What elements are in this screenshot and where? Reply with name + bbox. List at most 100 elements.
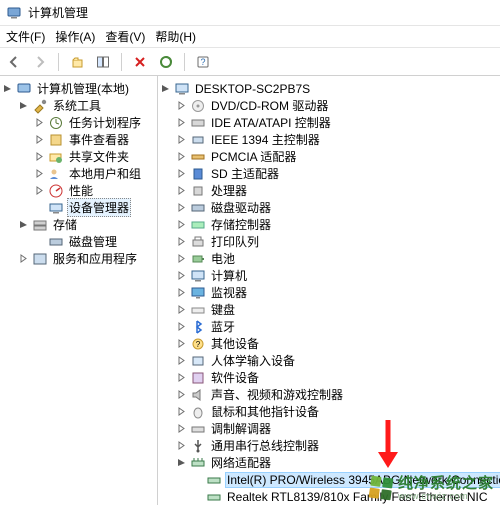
expander-open-icon[interactable] <box>160 83 171 94</box>
storage[interactable]: 存储 <box>18 216 155 233</box>
category-label: 监视器 <box>209 284 249 301</box>
expander-closed-icon[interactable] <box>34 168 45 179</box>
expander-closed-icon[interactable] <box>176 355 187 366</box>
category-storage_ctrl[interactable]: 存储控制器 <box>176 216 498 233</box>
event-viewer[interactable]: 事件查看器 <box>34 131 155 148</box>
expander-closed-icon[interactable] <box>176 338 187 349</box>
disk-management[interactable]: 磁盘管理 <box>34 233 155 250</box>
app-icon <box>6 5 22 21</box>
system-tools[interactable]: 系统工具 <box>18 97 155 114</box>
forward-button[interactable] <box>30 52 50 72</box>
expander-closed-icon[interactable] <box>18 253 29 264</box>
expander-closed-icon[interactable] <box>34 151 45 162</box>
up-button[interactable] <box>67 52 87 72</box>
category-label: 人体学输入设备 <box>209 352 297 369</box>
menu-view[interactable]: 查看(V) <box>105 28 145 45</box>
show-hide-tree-button[interactable] <box>93 52 113 72</box>
category-label: 网络适配器 <box>209 454 273 471</box>
network-adapter-realtek[interactable]: Realtek RTL8139/810x Family Fast Etherne… <box>192 488 498 505</box>
category-modem[interactable]: 调制解调器 <box>176 420 498 437</box>
category-bluetooth[interactable]: 蓝牙 <box>176 318 498 335</box>
expander-closed-icon[interactable] <box>176 389 187 400</box>
performance[interactable]: 性能 <box>34 182 155 199</box>
expander-closed-icon[interactable] <box>176 423 187 434</box>
device-manager[interactable]: 设备管理器 <box>34 199 155 216</box>
expander-closed-icon[interactable] <box>176 236 187 247</box>
expander-closed-icon[interactable] <box>176 168 187 179</box>
expander-closed-icon[interactable] <box>176 100 187 111</box>
category-sd[interactable]: SD 主适配器 <box>176 165 498 182</box>
expander-closed-icon[interactable] <box>34 117 45 128</box>
properties-button[interactable] <box>156 52 176 72</box>
category-mouse[interactable]: 鼠标和其他指针设备 <box>176 403 498 420</box>
back-button[interactable] <box>4 52 24 72</box>
category-ide[interactable]: IDE ATA/ATAPI 控制器 <box>176 114 498 131</box>
category-dvd[interactable]: DVD/CD-ROM 驱动器 <box>176 97 498 114</box>
help-button[interactable]: ? <box>193 52 213 72</box>
category-software[interactable]: 软件设备 <box>176 369 498 386</box>
category-print_queue[interactable]: 打印队列 <box>176 233 498 250</box>
expander-closed-icon[interactable] <box>176 185 187 196</box>
category-label: 软件设备 <box>209 369 261 386</box>
category-keyboard[interactable]: 键盘 <box>176 301 498 318</box>
toolbar-separator <box>184 53 185 71</box>
task-scheduler-label: 任务计划程序 <box>67 114 143 131</box>
menu-help[interactable]: 帮助(H) <box>155 28 196 45</box>
menu-file[interactable]: 文件(F) <box>6 28 45 45</box>
menubar: 文件(F) 操作(A) 查看(V) 帮助(H) <box>0 26 500 48</box>
disk-icon <box>48 234 64 250</box>
category-pcmcia[interactable]: PCMCIA 适配器 <box>176 148 498 165</box>
expander-closed-icon[interactable] <box>176 440 187 451</box>
left-root[interactable]: 计算机管理(本地) <box>2 80 155 97</box>
toolbar-separator <box>58 53 59 71</box>
system-tools-label: 系统工具 <box>51 97 103 114</box>
computer-mgmt-icon <box>16 81 32 97</box>
expander-closed-icon[interactable] <box>176 202 187 213</box>
expander-closed-icon[interactable] <box>34 134 45 145</box>
category-label: 声音、视频和游戏控制器 <box>209 386 345 403</box>
category-computer[interactable]: 计算机 <box>176 267 498 284</box>
computer-icon <box>190 268 206 284</box>
expander-closed-icon[interactable] <box>176 372 187 383</box>
expander-open-icon[interactable] <box>18 100 29 111</box>
category-network[interactable]: 网络适配器 <box>176 454 498 471</box>
category-disk[interactable]: 磁盘驱动器 <box>176 199 498 216</box>
expander-open-icon[interactable] <box>2 83 13 94</box>
local-users-groups[interactable]: 本地用户和组 <box>34 165 155 182</box>
expander-closed-icon[interactable] <box>176 287 187 298</box>
category-hid[interactable]: 人体学输入设备 <box>176 352 498 369</box>
device-manager-icon <box>48 200 64 216</box>
expander-closed-icon[interactable] <box>176 253 187 264</box>
expander-closed-icon[interactable] <box>176 151 187 162</box>
category-label: 通用串行总线控制器 <box>209 437 321 454</box>
menu-action[interactable]: 操作(A) <box>55 28 95 45</box>
pcmcia-icon <box>190 149 206 165</box>
category-battery[interactable]: 电池 <box>176 250 498 267</box>
shared-folders[interactable]: 共享文件夹 <box>34 148 155 165</box>
expander-closed-icon[interactable] <box>176 304 187 315</box>
category-cpu[interactable]: 处理器 <box>176 182 498 199</box>
expander-open-icon[interactable] <box>176 457 187 468</box>
category-label: 鼠标和其他指针设备 <box>209 403 321 420</box>
delete-button[interactable] <box>130 52 150 72</box>
network-adapter-intel[interactable]: Intel(R) PRO/Wireless 3945ABG Network Co… <box>192 471 498 488</box>
expander-closed-icon[interactable] <box>176 406 187 417</box>
device-root[interactable]: DESKTOP-SC2PB7S <box>160 80 498 97</box>
expander-closed-icon[interactable] <box>176 117 187 128</box>
computer-icon <box>174 81 190 97</box>
expander-closed-icon[interactable] <box>176 270 187 281</box>
category-label: PCMCIA 适配器 <box>209 148 298 165</box>
category-ieee1394[interactable]: IEEE 1394 主控制器 <box>176 131 498 148</box>
services-and-apps[interactable]: 服务和应用程序 <box>18 250 155 267</box>
category-usb[interactable]: 通用串行总线控制器 <box>176 437 498 454</box>
expander-closed-icon[interactable] <box>176 219 187 230</box>
category-sound[interactable]: 声音、视频和游戏控制器 <box>176 386 498 403</box>
category-other[interactable]: ?其他设备 <box>176 335 498 352</box>
expander-closed-icon[interactable] <box>176 134 187 145</box>
ieee1394-icon <box>190 132 206 148</box>
category-monitor[interactable]: 监视器 <box>176 284 498 301</box>
expander-closed-icon[interactable] <box>176 321 187 332</box>
task-scheduler[interactable]: 任务计划程序 <box>34 114 155 131</box>
expander-closed-icon[interactable] <box>34 185 45 196</box>
expander-open-icon[interactable] <box>18 219 29 230</box>
